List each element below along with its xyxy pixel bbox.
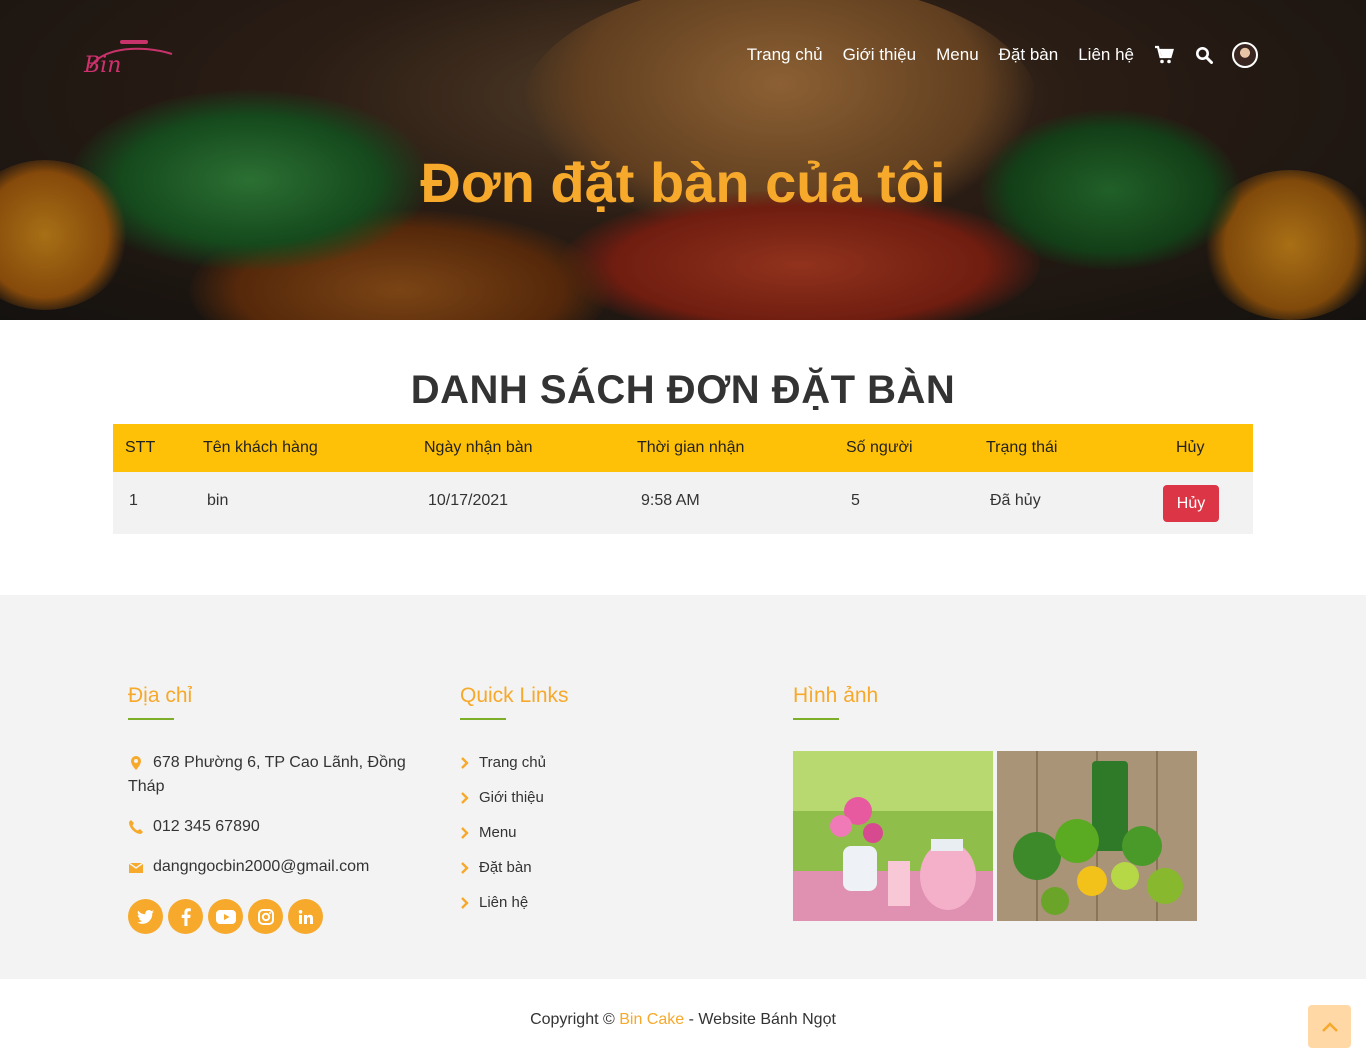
copyright-suffix: - Website Bánh Ngọt — [684, 1011, 836, 1028]
search-icon[interactable] — [1194, 45, 1214, 65]
quick-link-contact[interactable]: Liên hệ — [460, 894, 528, 911]
quick-link-label: Trang chủ — [479, 754, 546, 771]
phone-icon — [129, 820, 143, 834]
quick-link-booking[interactable]: Đặt bàn — [460, 859, 532, 876]
address-line: 678 Phường 6, TP Cao Lãnh, Đồng — [153, 754, 406, 771]
avatar[interactable] — [1232, 42, 1258, 68]
column-header: Ngày nhận bàn — [424, 439, 533, 456]
column-header: STT — [125, 439, 156, 456]
chevron-right-icon — [461, 896, 469, 909]
table-row: 1 bin 10/17/2021 9:58 AM 5 Đã hủy Hủy — [113, 472, 1253, 534]
quick-link-about[interactable]: Giới thiệu — [460, 789, 544, 806]
nav-item-home[interactable]: Trang chủ — [747, 45, 823, 65]
chevron-up-icon — [1321, 1021, 1338, 1032]
page-title: Đơn đặt bàn của tôi — [420, 151, 946, 214]
row-people: 5 — [851, 492, 860, 509]
table-header: STT Tên khách hàng Ngày nhận bàn Thời gi… — [113, 424, 1253, 472]
cart-icon[interactable] — [1154, 45, 1174, 65]
social-links — [128, 899, 328, 934]
row-customer-name: bin — [207, 492, 229, 509]
copyright: Copyright © Bin Cake - Website Bánh Ngọt — [0, 1011, 1366, 1029]
column-header: Hủy — [1176, 439, 1205, 456]
column-header: Thời gian nhận — [637, 439, 745, 456]
nav-item-about[interactable]: Giới thiệu — [843, 45, 917, 65]
quick-link-label: Menu — [479, 824, 517, 841]
twitter-icon[interactable] — [128, 899, 163, 934]
column-header: Trạng thái — [986, 439, 1058, 456]
gallery-image-drink[interactable] — [793, 751, 993, 921]
chevron-right-icon — [461, 826, 469, 839]
address-line: Tháp — [128, 778, 165, 795]
gallery-image-vegetables[interactable] — [997, 751, 1197, 921]
email-address: dangngocbin2000@gmail.com — [153, 858, 370, 875]
gallery-heading: Hình ảnh — [793, 684, 879, 707]
quick-link-label: Liên hệ — [479, 894, 529, 911]
logo-text: Bin — [83, 53, 121, 78]
back-to-top-button[interactable] — [1308, 1005, 1351, 1048]
copyright-brand-link[interactable]: Bin Cake — [619, 1011, 684, 1028]
chevron-right-icon — [461, 791, 469, 804]
nav-item-menu[interactable]: Menu — [936, 45, 979, 65]
copyright-prefix: Copyright © — [530, 1011, 620, 1028]
bookings-table: STT Tên khách hàng Ngày nhận bàn Thời gi… — [113, 424, 1253, 534]
divider — [793, 718, 839, 720]
column-header: Số người — [846, 439, 913, 456]
instagram-icon[interactable] — [248, 899, 283, 934]
cancel-booking-button[interactable]: Hủy — [1163, 485, 1219, 522]
row-date: 10/17/2021 — [428, 492, 509, 509]
chevron-right-icon — [461, 861, 469, 874]
facebook-icon[interactable] — [168, 899, 203, 934]
quick-links-heading: Quick Links — [460, 684, 569, 707]
linkedin-icon[interactable] — [288, 899, 323, 934]
phone-number: 012 345 67890 — [153, 818, 260, 835]
hero-banner: Bin Trang chủ Giới thiệu Menu Đặt bàn Li… — [0, 0, 1366, 320]
logo[interactable]: Bin — [80, 38, 176, 78]
nav-item-booking[interactable]: Đặt bàn — [999, 45, 1059, 65]
bookings-title: DANH SÁCH ĐƠN ĐẶT BÀN — [410, 368, 956, 412]
nav-item-contact[interactable]: Liên hệ — [1078, 45, 1134, 65]
quick-link-home[interactable]: Trang chủ — [460, 754, 546, 771]
column-header: Tên khách hàng — [203, 439, 318, 456]
main-nav: Trang chủ Giới thiệu Menu Đặt bàn Liên h… — [727, 42, 1258, 68]
row-status: Đã hủy — [990, 492, 1041, 509]
youtube-icon[interactable] — [208, 899, 243, 934]
quick-link-menu[interactable]: Menu — [460, 824, 517, 841]
row-time: 9:58 AM — [641, 492, 700, 509]
map-marker-icon — [131, 756, 141, 770]
quick-link-label: Giới thiệu — [479, 789, 544, 806]
chevron-right-icon — [461, 756, 469, 769]
divider — [460, 718, 506, 720]
envelope-icon — [128, 862, 144, 873]
divider — [128, 718, 174, 720]
quick-link-label: Đặt bàn — [479, 859, 532, 876]
address-heading: Địa chỉ — [128, 684, 193, 707]
row-stt: 1 — [129, 492, 138, 509]
